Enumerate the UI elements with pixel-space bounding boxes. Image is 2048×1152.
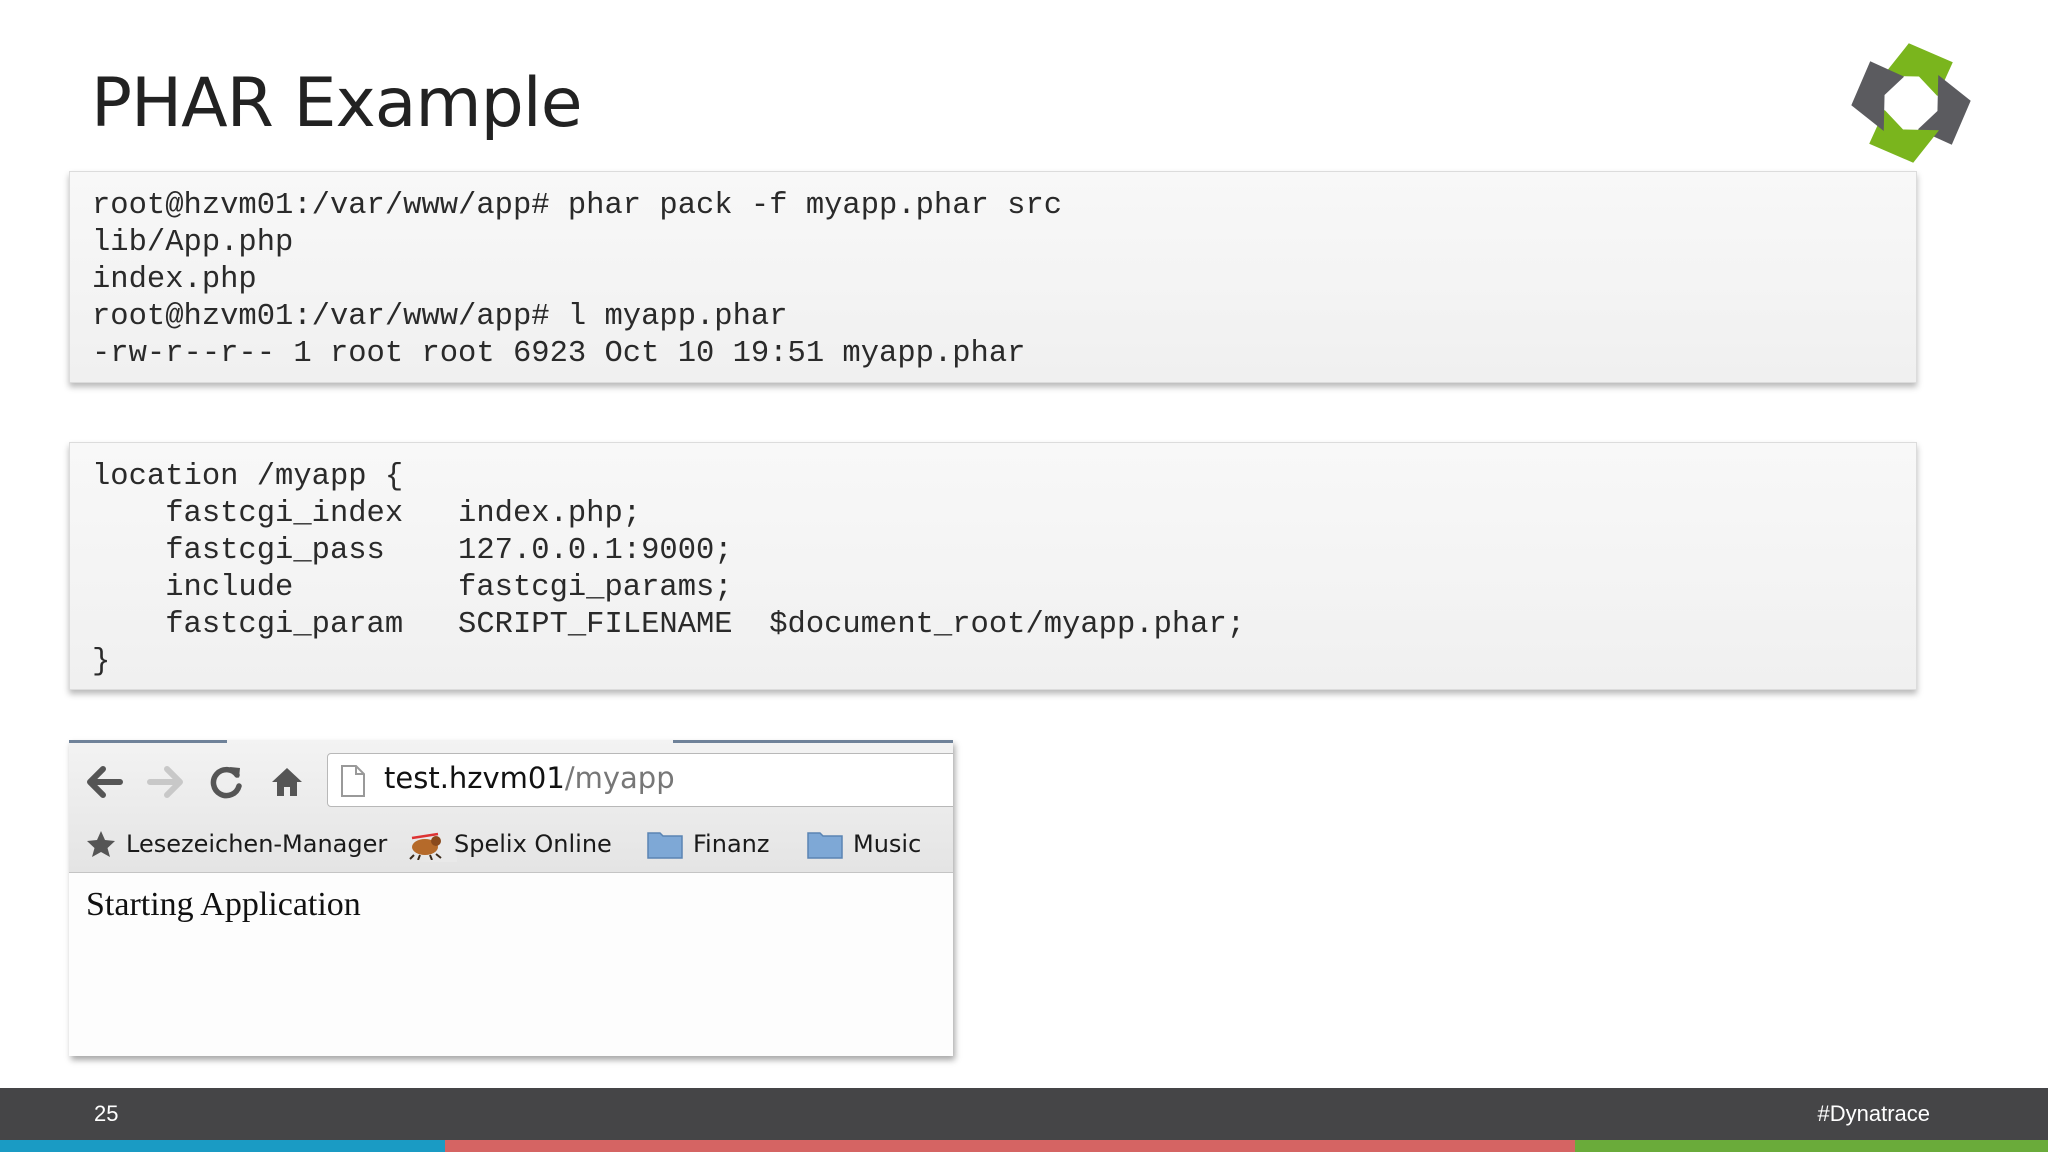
url-host: test.hzvm01 <box>384 761 565 795</box>
forward-button[interactable] <box>143 760 187 804</box>
browser-toolbar: test.hzvm01/myapp Lesezeichen-Manager Sp… <box>69 740 953 873</box>
forward-arrow-icon <box>147 766 183 798</box>
back-button[interactable] <box>83 760 127 804</box>
footer-color-bar-green <box>1575 1140 2048 1152</box>
footer-hashtag: #Dynatrace <box>1817 1101 1930 1126</box>
footer-color-bar-blue <box>0 1140 445 1152</box>
reload-button[interactable] <box>204 760 248 804</box>
browser-window: test.hzvm01/myapp Lesezeichen-Manager Sp… <box>69 740 953 1056</box>
bookmark-finanz[interactable]: Finanz <box>647 826 769 862</box>
bookmark-label: Music <box>853 830 922 858</box>
spelix-icon <box>408 828 444 860</box>
slide-footer: 25 #Dynatrace <box>0 1088 2048 1140</box>
page-number: 25 <box>94 1101 119 1126</box>
terminal-code-text: root@hzvm01:/var/www/app# phar pack -f m… <box>92 189 1063 371</box>
bookmark-label: Spelix Online <box>454 830 612 858</box>
back-arrow-icon <box>87 766 123 798</box>
nginx-config-text: location /myapp { fastcgi_index index.ph… <box>92 460 1246 679</box>
nginx-config-code-block: location /myapp { fastcgi_index index.ph… <box>69 442 1917 690</box>
bookmark-music[interactable]: Music <box>807 826 921 862</box>
bookmark-label: Lesezeichen-Manager <box>126 830 388 858</box>
slide-title: PHAR Example <box>91 64 583 143</box>
page-content-text: Starting Application <box>86 886 361 923</box>
address-bar[interactable]: test.hzvm01/myapp <box>327 753 953 807</box>
folder-icon <box>647 829 683 859</box>
url-path: /myapp <box>564 761 675 795</box>
bookmark-label: Finanz <box>693 830 770 858</box>
page-icon <box>341 765 365 797</box>
footer-color-bar-red <box>445 1140 1575 1152</box>
tab-edge <box>69 740 227 743</box>
folder-icon <box>807 829 843 859</box>
bookmark-spelix-online[interactable]: Spelix Online <box>408 826 612 862</box>
home-icon <box>272 768 302 796</box>
url-text: test.hzvm01/myapp <box>384 761 675 795</box>
star-icon <box>86 830 116 858</box>
bookmark-lesezeichen-manager[interactable]: Lesezeichen-Manager <box>86 826 448 862</box>
tab-edge <box>673 740 953 743</box>
dynatrace-logo <box>1851 43 1971 163</box>
home-button[interactable] <box>265 760 309 804</box>
terminal-code-block: root@hzvm01:/var/www/app# phar pack -f m… <box>69 171 1917 383</box>
bookmarks-bar: Lesezeichen-Manager Spelix Online Finanz… <box>69 818 953 872</box>
reload-icon <box>210 766 242 799</box>
